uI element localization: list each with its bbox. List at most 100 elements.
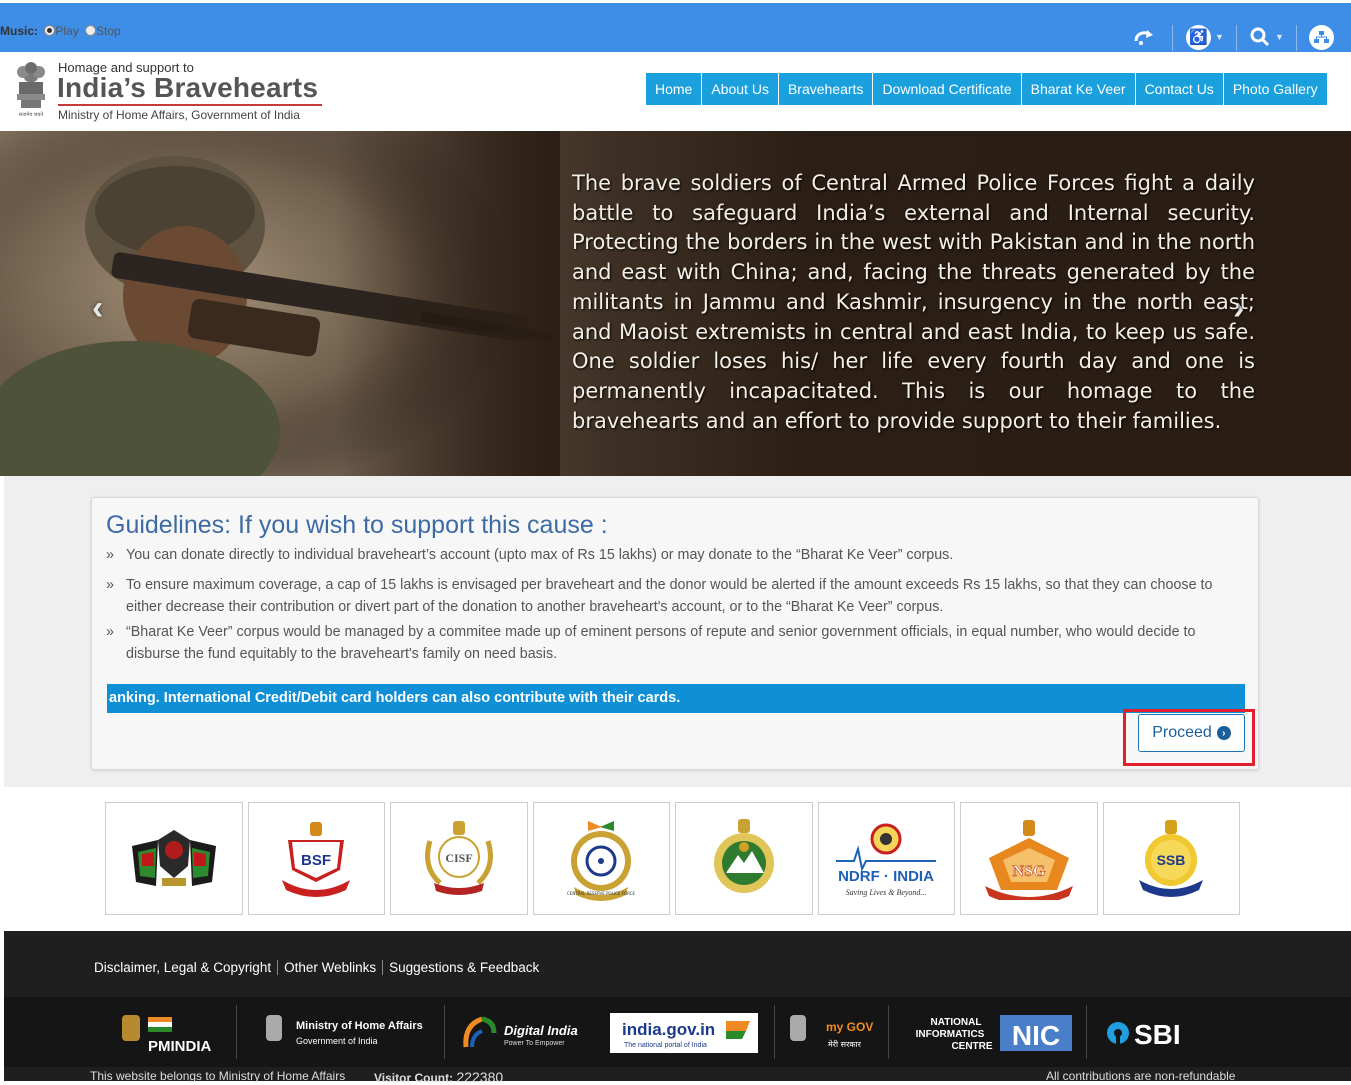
chevron-down-icon: ▼ — [1215, 32, 1224, 42]
svg-text:NSG: NSG — [1012, 863, 1045, 880]
svg-text:CENTRAL RESERVE POLICE FORCE: CENTRAL RESERVE POLICE FORCE — [567, 891, 635, 896]
force-logos: BSF CISF CENTRAL RESERVE POLICE FORCE ND… — [105, 802, 1240, 915]
visitor-count-value: 222380 — [456, 1069, 504, 1085]
indiagov-link[interactable]: india.gov.in The national portal of Indi… — [610, 1007, 758, 1059]
guideline-item: To ensure maximum coverage, a cap of 15 … — [106, 574, 1246, 618]
music-label: Music: — [0, 24, 39, 38]
footer-link-other-weblinks[interactable]: Other Weblinks — [278, 960, 384, 975]
guidelines-heading: Guidelines: If you wish to support this … — [106, 511, 608, 539]
pmindia-logo-icon: PMINDIA — [122, 1015, 212, 1055]
logo-bsf[interactable]: BSF — [247, 802, 385, 915]
site-footer: Disclaimer, Legal & Copyright Other Webl… — [4, 931, 1351, 1085]
nav-bharat-ke-veer[interactable]: Bharat Ke Veer — [1022, 73, 1136, 105]
proceed-label: Proceed — [1152, 724, 1212, 741]
music-stop-label: Stop — [96, 24, 121, 38]
svg-text:NATIONAL: NATIONAL — [931, 1017, 982, 1028]
digital-india-link[interactable]: Digital India Power To Empower — [460, 1007, 580, 1059]
digital-india-logo-icon: Digital India Power To Empower — [463, 1016, 578, 1048]
proceed-button[interactable]: Proceed › — [1138, 714, 1245, 752]
music-play-radio[interactable] — [44, 25, 56, 36]
guideline-item: “Bharat Ke Veer” corpus would be managed… — [106, 621, 1246, 665]
hero-carousel: ‹ › The brave soldiers of Central Armed … — [0, 131, 1351, 476]
mygov-logo-icon: my GOV मेरी सरकार — [790, 1015, 873, 1049]
guideline-item: You can donate directly to individual br… — [106, 544, 1246, 566]
nic-link[interactable]: NATIONAL INFORMATICS CENTRE NIC — [902, 1007, 1074, 1059]
svg-text:Digital India: Digital India — [504, 1023, 578, 1038]
indiagov-logo-icon: india.gov.in The national portal of Indi… — [610, 1013, 758, 1053]
sbi-logo-icon: SBI — [1107, 1019, 1181, 1050]
nsg-logo-icon: NSG — [984, 819, 1073, 900]
national-emblem-icon: सत्यमेव जयते — [17, 62, 45, 118]
logo-itbp[interactable] — [675, 802, 813, 915]
search-menu[interactable]: ▼ — [1249, 22, 1284, 52]
sitemap-icon — [1309, 24, 1334, 50]
top-bar: Music: Play Stop ♿ ▼ ▼ — [0, 0, 1351, 52]
assam-rifles-logo-icon — [131, 829, 216, 886]
site-title[interactable]: India’s Bravehearts — [57, 72, 318, 104]
svg-text:Government of India: Government of India — [296, 1036, 378, 1046]
svg-text:PMINDIA: PMINDIA — [148, 1038, 212, 1055]
svg-text:CENTRE: CENTRE — [951, 1041, 992, 1052]
guidelines-panel: Guidelines: If you wish to support this … — [91, 497, 1259, 770]
footer-link-disclaimer[interactable]: Disclaimer, Legal & Copyright — [94, 960, 279, 975]
svg-text:INFORMATICS: INFORMATICS — [916, 1029, 985, 1040]
logo-ndrf[interactable]: NDRF · INDIA Saving Lives & Beyond... — [817, 802, 955, 915]
partner-logos: PMINDIA Ministry of Home Affairs Governm… — [4, 997, 1351, 1067]
bsf-logo-icon: BSF — [282, 821, 351, 897]
music-controls: Music: Play Stop — [0, 24, 121, 38]
nav-home[interactable]: Home — [646, 73, 703, 105]
svg-text:india.gov.in: india.gov.in — [622, 1020, 715, 1039]
logo-assam-rifles[interactable] — [105, 802, 243, 915]
refresh-icon — [1134, 30, 1153, 45]
logo-crpf[interactable]: CENTRAL RESERVE POLICE FORCE — [532, 802, 670, 915]
pmindia-link[interactable]: PMINDIA — [118, 1007, 226, 1059]
visitor-count: Visitor Count: 222380 — [374, 1069, 503, 1085]
logo-ssb[interactable]: SSB — [1102, 802, 1240, 915]
carousel-prev-icon[interactable]: ‹ — [92, 289, 103, 328]
nav-about-us[interactable]: About Us — [702, 73, 779, 105]
nav-contact-us[interactable]: Contact Us — [1136, 73, 1224, 105]
mha-link[interactable]: Ministry of Home Affairs Government of I… — [262, 1007, 434, 1059]
mha-logo-icon: Ministry of Home Affairs Government of I… — [266, 1015, 423, 1046]
svg-text:Ministry of Home Affairs: Ministry of Home Affairs — [296, 1020, 423, 1032]
accessibility-menu[interactable]: ♿ ▼ — [1186, 22, 1224, 52]
soldier-image — [0, 131, 560, 476]
svg-text:SSB: SSB — [1157, 852, 1186, 868]
ssb-logo-icon: SSB — [1139, 819, 1204, 897]
brand-subtitle: Ministry of Home Affairs, Government of … — [58, 108, 300, 122]
music-stop-radio[interactable] — [85, 25, 97, 36]
svg-text:NDRF · INDIA: NDRF · INDIA — [838, 868, 934, 885]
sitemap-button[interactable] — [1309, 22, 1334, 52]
svg-text:The national portal of India: The national portal of India — [624, 1042, 707, 1049]
mygov-link[interactable]: my GOV मेरी सरकार — [788, 1007, 878, 1059]
chevron-down-icon: ▼ — [1275, 32, 1284, 42]
svg-text:मेरी सरकार: मेरी सरकार — [828, 1039, 862, 1049]
svg-text:SBI: SBI — [1134, 1019, 1181, 1050]
svg-text:BSF: BSF — [301, 852, 331, 869]
svg-text:NIC: NIC — [1012, 1020, 1060, 1051]
title-underline — [58, 104, 322, 106]
itbp-logo-icon — [713, 818, 774, 893]
ndrf-logo-icon: NDRF · INDIA Saving Lives & Beyond... — [836, 823, 937, 897]
music-play-label: Play — [55, 24, 79, 38]
accessibility-icon: ♿ — [1186, 24, 1211, 50]
svg-text:CISF: CISF — [445, 851, 472, 865]
scrolling-notice: anking. International Credit/Debit card … — [107, 684, 1245, 713]
main-nav: Home About Us Bravehearts Download Certi… — [646, 73, 1327, 105]
refresh-button[interactable] — [1133, 22, 1157, 52]
nav-download-certificate[interactable]: Download Certificate — [873, 73, 1022, 105]
nav-bravehearts[interactable]: Bravehearts — [779, 73, 874, 105]
footer-link-suggestions[interactable]: Suggestions & Feedback — [383, 960, 545, 975]
logo-nsg[interactable]: NSG — [960, 802, 1098, 915]
svg-text:my GOV: my GOV — [826, 1020, 873, 1034]
visitor-count-label: Visitor Count: — [374, 1071, 454, 1085]
hero-text: The brave soldiers of Central Armed Poli… — [572, 171, 1255, 433]
footer-links: Disclaimer, Legal & Copyright Other Webl… — [94, 960, 545, 975]
site-header: सत्यमेव जयते Homage and support to India… — [0, 52, 1351, 131]
nav-photo-gallery[interactable]: Photo Gallery — [1224, 73, 1327, 105]
nic-logo-icon: NATIONAL INFORMATICS CENTRE NIC — [916, 1015, 1072, 1052]
svg-text:सत्यमेव जयते: सत्यमेव जयते — [19, 111, 44, 118]
sbi-link[interactable]: SBI — [1104, 1007, 1194, 1059]
logo-cisf[interactable]: CISF — [390, 802, 528, 915]
search-icon — [1250, 27, 1270, 47]
